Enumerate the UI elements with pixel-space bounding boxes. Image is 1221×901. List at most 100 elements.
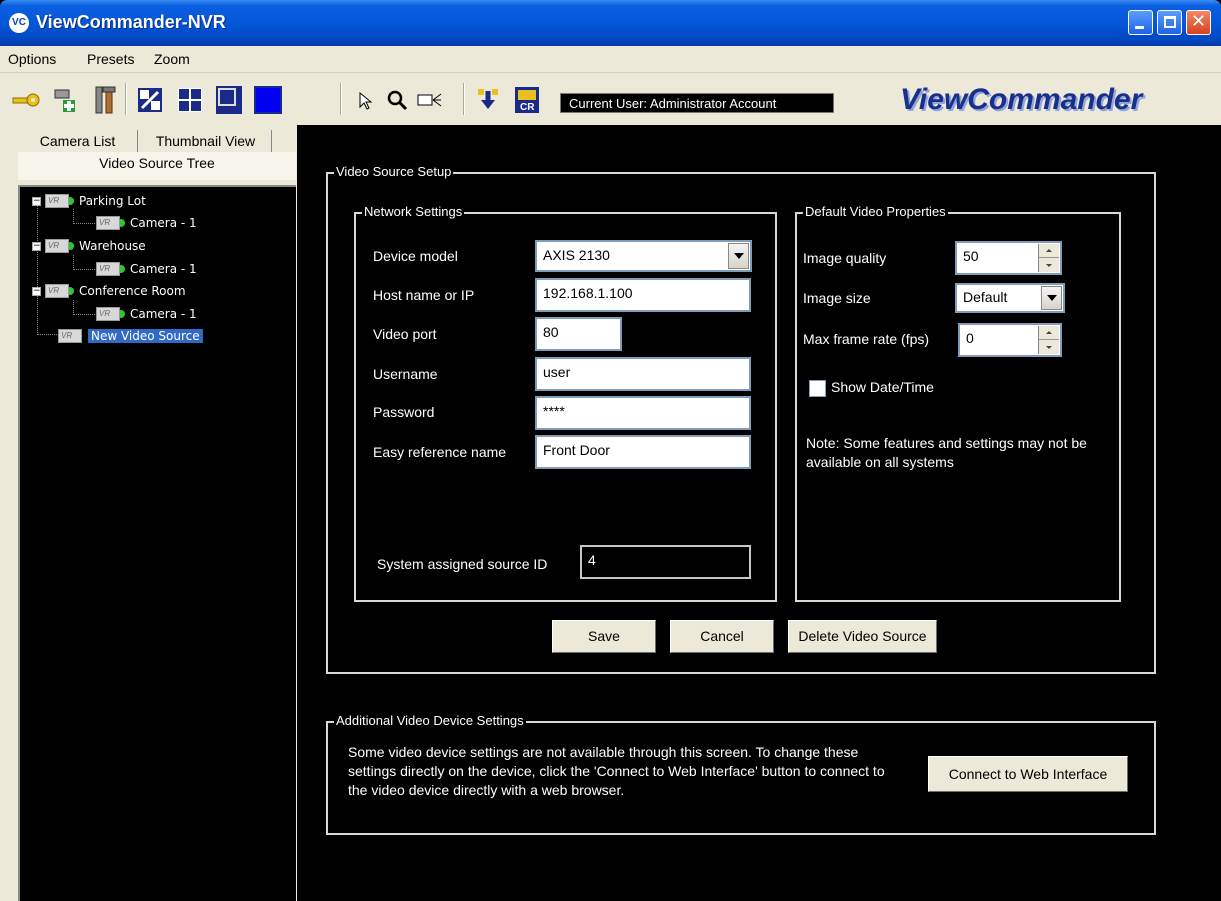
menu-bar: Options Presets Zoom — [0, 46, 1221, 73]
tree-item-parking-lot[interactable]: − VR Parking Lot — [32, 192, 146, 210]
toolbar-separator — [340, 83, 342, 115]
spin-down-icon[interactable] — [1039, 258, 1059, 272]
tree-connector — [73, 223, 95, 224]
maximize-icon — [1164, 16, 1176, 28]
show-date-time-label: Show Date/Time — [831, 379, 934, 395]
tree-item-camera[interactable]: VR Camera - 1 — [96, 260, 197, 278]
tab-camera-list[interactable]: Camera List — [18, 130, 138, 152]
video-source-icon: VR — [45, 194, 69, 208]
brand-logo: ViewCommander — [900, 83, 1143, 116]
collapse-icon[interactable]: − — [32, 286, 41, 296]
username-label: Username — [373, 366, 438, 382]
add-camera-icon[interactable] — [49, 83, 81, 117]
layout-frame-icon[interactable] — [213, 83, 245, 117]
tree-connector — [73, 255, 74, 270]
current-user-display: Current User: Administrator Account — [560, 93, 834, 113]
features-note: Note: Some features and settings may not… — [806, 435, 1087, 470]
car-lookup-icon[interactable]: CR — [511, 83, 543, 117]
image-quality-label: Image quality — [803, 250, 887, 266]
camera-icon: VR — [96, 307, 120, 321]
video-source-icon: VR — [45, 239, 69, 253]
tree-connector — [73, 209, 74, 224]
image-quality-value: 50 — [963, 248, 979, 264]
edit-layout-icon[interactable] — [134, 83, 166, 117]
toolbar-separator — [463, 83, 465, 115]
pointer-icon[interactable] — [350, 83, 382, 117]
spin-down-icon[interactable] — [1039, 340, 1059, 354]
menu-options[interactable]: Options — [8, 51, 56, 67]
tab-video-source-tree[interactable]: Video Source Tree — [18, 152, 296, 180]
video-source-icon: VR — [45, 284, 69, 298]
zoom-icon[interactable] — [381, 83, 413, 117]
max-frame-rate-spinner[interactable]: 0 — [958, 323, 1062, 357]
spinner-control[interactable] — [1038, 244, 1059, 272]
max-frame-rate-value: 0 — [966, 330, 974, 346]
menu-zoom[interactable]: Zoom — [154, 51, 190, 67]
video-port-field[interactable]: 80 — [535, 317, 622, 351]
tree-item-label: New Video Source — [88, 329, 203, 343]
video-source-tree[interactable]: − VR Parking Lot VR Camera - 1 − VR Ware… — [18, 185, 296, 901]
tree-item-label: Camera - 1 — [130, 216, 197, 230]
group-title: Additional Video Device Settings — [334, 713, 526, 728]
download-icon[interactable] — [472, 83, 504, 117]
key-icon[interactable] — [10, 83, 42, 117]
host-field[interactable]: 192.168.1.100 — [535, 278, 751, 312]
source-id-field: 4 — [580, 545, 751, 579]
tree-connector — [37, 334, 57, 335]
camera-control-icon[interactable] — [413, 83, 445, 117]
image-size-value: Default — [963, 289, 1008, 305]
easy-reference-label: Easy reference name — [373, 444, 507, 460]
source-id-label: System assigned source ID — [377, 556, 548, 572]
spin-up-icon[interactable] — [1039, 326, 1059, 340]
connect-web-interface-button[interactable]: Connect to Web Interface — [928, 756, 1128, 792]
image-size-select[interactable]: Default — [955, 283, 1065, 313]
minimize-button[interactable] — [1128, 10, 1153, 35]
password-label: Password — [373, 404, 435, 420]
svg-text:CR: CR — [520, 102, 535, 113]
tree-connector — [37, 205, 38, 335]
host-label: Host name or IP — [373, 287, 475, 303]
image-size-label: Image size — [803, 290, 871, 306]
group-title: Network Settings — [362, 204, 465, 219]
app-logo-icon: VC — [9, 13, 29, 33]
spin-up-icon[interactable] — [1039, 244, 1059, 258]
collapse-icon[interactable]: − — [32, 196, 41, 206]
close-button[interactable]: ✕ — [1186, 10, 1211, 35]
username-field[interactable]: user — [535, 357, 751, 391]
toolbar-separator — [125, 83, 127, 115]
device-model-select[interactable]: AXIS 2130 — [535, 240, 752, 272]
collapse-icon[interactable]: − — [32, 241, 41, 251]
image-quality-spinner[interactable]: 50 — [955, 241, 1062, 275]
video-port-label: Video port — [373, 326, 437, 342]
menu-presets[interactable]: Presets — [87, 51, 134, 67]
tree-item-label: Camera - 1 — [130, 307, 197, 321]
layout-full-icon[interactable] — [252, 83, 284, 117]
tree-item-label: Parking Lot — [79, 194, 146, 208]
tools-icon[interactable] — [89, 83, 121, 117]
maximize-button[interactable] — [1157, 10, 1182, 35]
tree-item-warehouse[interactable]: − VR Warehouse — [32, 237, 146, 255]
cancel-button[interactable]: Cancel — [670, 620, 774, 653]
spinner-control[interactable] — [1038, 326, 1059, 354]
show-date-time-checkbox[interactable] — [809, 380, 826, 397]
close-icon: ✕ — [1190, 11, 1207, 32]
title-bar: VC ViewCommander-NVR ✕ — [0, 0, 1221, 46]
chevron-down-icon[interactable] — [1041, 286, 1062, 310]
tree-item-camera[interactable]: VR Camera - 1 — [96, 305, 197, 323]
delete-video-source-button[interactable]: Delete Video Source — [788, 620, 937, 653]
device-model-label: Device model — [373, 248, 458, 264]
save-button[interactable]: Save — [552, 620, 656, 653]
tab-thumbnail-view[interactable]: Thumbnail View — [140, 130, 272, 152]
password-field[interactable]: **** — [535, 396, 751, 430]
tree-item-label: Warehouse — [79, 239, 146, 253]
minimize-icon — [1135, 26, 1144, 29]
tree-item-conference-room[interactable]: − VR Conference Room — [32, 282, 186, 300]
camera-icon: VR — [96, 216, 120, 230]
tree-item-camera[interactable]: VR Camera - 1 — [96, 214, 197, 232]
chevron-down-icon[interactable] — [728, 243, 749, 269]
max-frame-rate-label: Max frame rate (fps) — [803, 331, 930, 347]
grid-4-icon[interactable] — [174, 83, 206, 117]
easy-reference-field[interactable]: Front Door — [535, 435, 751, 469]
tree-item-label: Camera - 1 — [130, 262, 197, 276]
tree-item-new-video-source[interactable]: VR New Video Source — [58, 327, 203, 345]
